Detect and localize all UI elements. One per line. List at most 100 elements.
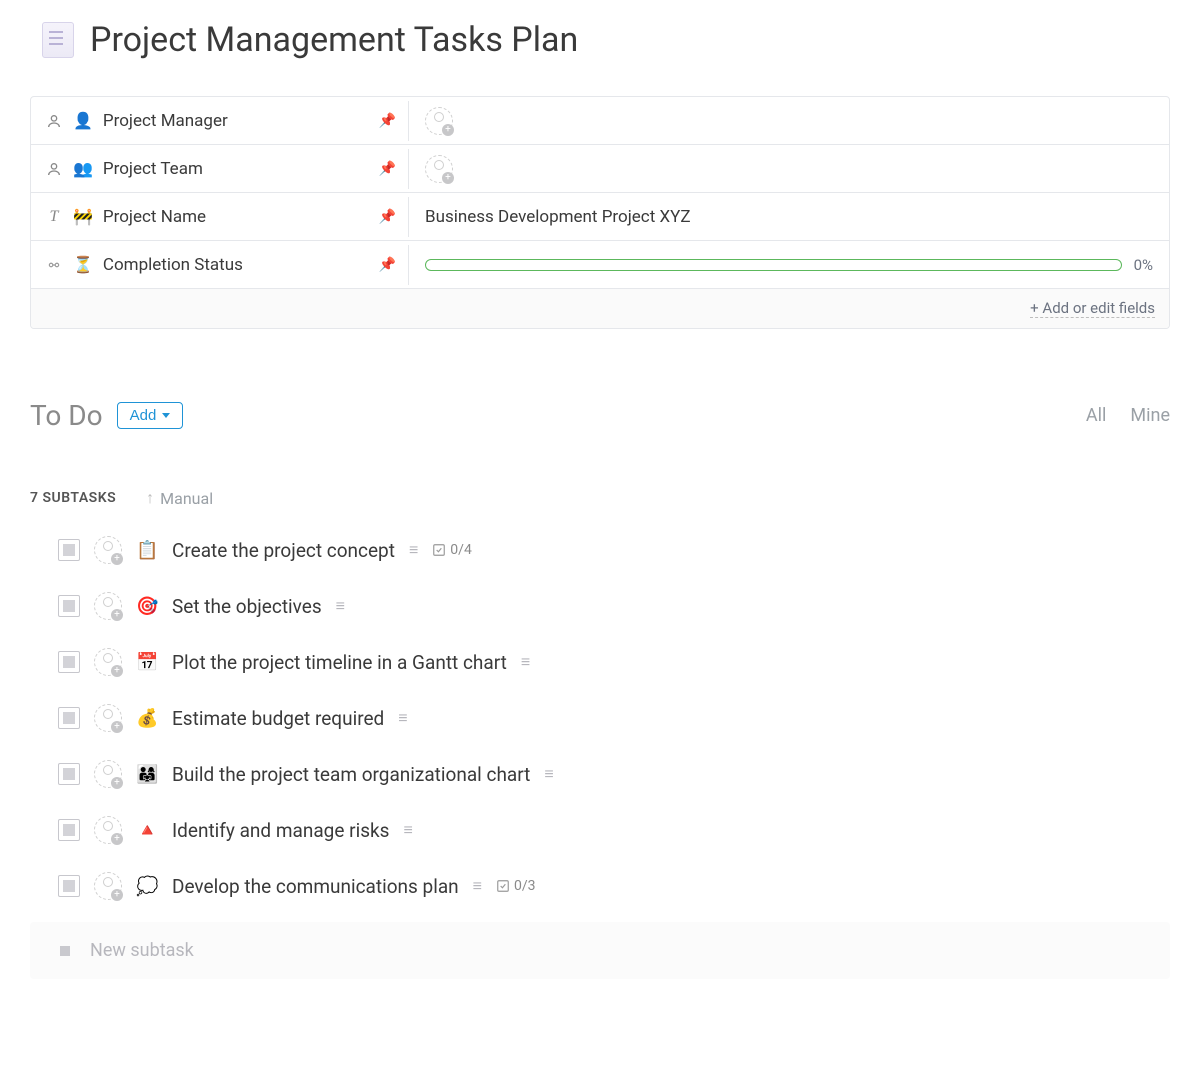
subtask-count[interactable]: 0/4 xyxy=(432,542,472,558)
add-button-label: Add xyxy=(130,407,157,424)
hourglass-emoji-icon: ⏳ xyxy=(73,255,93,274)
project-name-value: Business Development Project XYZ xyxy=(425,207,691,227)
task-row[interactable]: 📋 Create the project concept ≡ 0/4 xyxy=(58,536,1170,564)
person-emoji-icon: 👤 xyxy=(73,111,93,130)
filter-all[interactable]: All xyxy=(1086,405,1107,426)
task-checkbox[interactable] xyxy=(58,819,80,841)
assignee-add-icon[interactable] xyxy=(94,592,122,620)
description-icon[interactable]: ≡ xyxy=(336,596,345,616)
task-emoji-icon: 🔺 xyxy=(136,820,158,841)
description-icon[interactable]: ≡ xyxy=(403,820,412,840)
list-meta: 7 SUBTASKS ↑ Manual xyxy=(30,488,1170,508)
new-subtask-placeholder: New subtask xyxy=(90,940,194,961)
caret-down-icon xyxy=(162,413,170,418)
task-emoji-icon: 💭 xyxy=(136,876,158,897)
field-label-area[interactable]: ⏳ Completion Status 📌 xyxy=(31,245,409,285)
new-subtask-row[interactable]: New subtask xyxy=(30,922,1170,979)
description-icon[interactable]: ≡ xyxy=(473,876,482,896)
add-fields-row: + Add or edit fields xyxy=(31,289,1169,328)
assignee-add-icon[interactable] xyxy=(94,704,122,732)
task-row[interactable]: 👨‍👩‍👧 Build the project team organization… xyxy=(58,760,1170,788)
construction-emoji-icon: 🚧 xyxy=(73,207,93,226)
person-type-icon xyxy=(45,112,63,130)
assignee-add-icon[interactable] xyxy=(94,816,122,844)
task-checkbox[interactable] xyxy=(58,875,80,897)
field-value-project-manager[interactable] xyxy=(409,99,1169,143)
task-title[interactable]: Build the project team organizational ch… xyxy=(172,763,530,786)
field-label-area[interactable]: 👥 Project Team 📌 xyxy=(31,149,409,189)
task-emoji-icon: 👨‍👩‍👧 xyxy=(136,764,158,785)
person-type-icon xyxy=(45,160,63,178)
checkbox-inner xyxy=(63,544,75,556)
assignee-add-icon[interactable] xyxy=(94,648,122,676)
field-value-completion-status: 0% xyxy=(409,248,1169,282)
formula-type-icon xyxy=(45,256,63,274)
assignee-add-icon[interactable] xyxy=(94,536,122,564)
add-edit-fields-link[interactable]: + Add or edit fields xyxy=(1030,299,1155,318)
progress-percent: 0% xyxy=(1134,256,1153,274)
field-value-project-team[interactable] xyxy=(409,147,1169,191)
task-title[interactable]: Set the objectives xyxy=(172,595,322,618)
task-row[interactable]: 🔺 Identify and manage risks ≡ xyxy=(58,816,1170,844)
task-checkbox[interactable] xyxy=(58,707,80,729)
fields-panel: 👤 Project Manager 📌 👥 Project Team 📌 T 🚧… xyxy=(30,96,1170,329)
task-row[interactable]: 💭 Develop the communications plan ≡ 0/3 xyxy=(58,872,1170,900)
task-title[interactable]: Create the project concept xyxy=(172,539,395,562)
description-icon[interactable]: ≡ xyxy=(544,764,553,784)
task-title[interactable]: Develop the communications plan xyxy=(172,875,459,898)
field-row-completion-status: ⏳ Completion Status 📌 0% xyxy=(31,241,1169,289)
text-type-icon: T xyxy=(45,208,63,226)
task-title[interactable]: Identify and manage risks xyxy=(172,819,389,842)
page-title: Project Management Tasks Plan xyxy=(90,20,578,60)
document-icon xyxy=(42,22,74,58)
sort-mode-label: Manual xyxy=(160,489,213,508)
description-icon[interactable]: ≡ xyxy=(398,708,407,728)
subtasks-count: 7 SUBTASKS xyxy=(30,490,116,506)
filters: All Mine xyxy=(1086,405,1170,426)
field-value-project-name[interactable]: Business Development Project XYZ xyxy=(409,199,1169,235)
field-label-area[interactable]: 👤 Project Manager 📌 xyxy=(31,101,409,141)
page-header: Project Management Tasks Plan xyxy=(30,20,1170,60)
checkbox-inner xyxy=(63,712,75,724)
task-emoji-icon: 🎯 xyxy=(136,596,158,617)
pin-icon[interactable]: 📌 xyxy=(379,257,396,273)
assignee-add-icon[interactable] xyxy=(94,760,122,788)
pin-icon[interactable]: 📌 xyxy=(379,113,396,129)
field-label: Project Name xyxy=(103,207,206,227)
checkbox-inner xyxy=(63,880,75,892)
task-checkbox[interactable] xyxy=(58,763,80,785)
checkbox-inner xyxy=(63,768,75,780)
field-label: Project Team xyxy=(103,159,203,179)
task-title[interactable]: Estimate budget required xyxy=(172,707,384,730)
task-checkbox[interactable] xyxy=(58,539,80,561)
field-row-project-manager: 👤 Project Manager 📌 xyxy=(31,97,1169,145)
filter-mine[interactable]: Mine xyxy=(1130,405,1170,426)
new-subtask-box-icon xyxy=(60,946,70,956)
description-icon[interactable]: ≡ xyxy=(521,652,530,672)
task-list: 📋 Create the project concept ≡ 0/4 🎯 Set the … xyxy=(30,536,1170,900)
people-emoji-icon: 👥 xyxy=(73,159,93,178)
pin-icon[interactable]: 📌 xyxy=(379,209,396,225)
task-checkbox[interactable] xyxy=(58,651,80,673)
task-row[interactable]: 💰Estimate budget required≡ xyxy=(58,704,1170,732)
progress-wrap: 0% xyxy=(425,256,1153,274)
field-label-area[interactable]: T 🚧 Project Name 📌 xyxy=(31,197,409,237)
task-title[interactable]: Plot the project timeline in a Gantt cha… xyxy=(172,651,507,674)
field-label: Project Manager xyxy=(103,111,228,131)
task-row[interactable]: 🎯 Set the objectives ≡ xyxy=(58,592,1170,620)
add-person-icon[interactable] xyxy=(425,155,453,183)
subtask-count[interactable]: 0/3 xyxy=(496,878,536,894)
section-left: To Do Add xyxy=(30,399,183,432)
task-emoji-icon: 📋 xyxy=(136,540,158,561)
assignee-add-icon[interactable] xyxy=(94,872,122,900)
pin-icon[interactable]: 📌 xyxy=(379,161,396,177)
task-row[interactable]: 📅 Plot the project timeline in a Gantt ch… xyxy=(58,648,1170,676)
add-person-icon[interactable] xyxy=(425,107,453,135)
add-button[interactable]: Add xyxy=(117,402,184,429)
task-emoji-icon: 📅 xyxy=(136,652,158,673)
arrow-up-icon: ↑ xyxy=(146,488,154,508)
task-checkbox[interactable] xyxy=(58,595,80,617)
description-icon[interactable]: ≡ xyxy=(409,540,418,560)
sort-mode[interactable]: ↑ Manual xyxy=(146,488,213,508)
section-title: To Do xyxy=(30,399,103,432)
